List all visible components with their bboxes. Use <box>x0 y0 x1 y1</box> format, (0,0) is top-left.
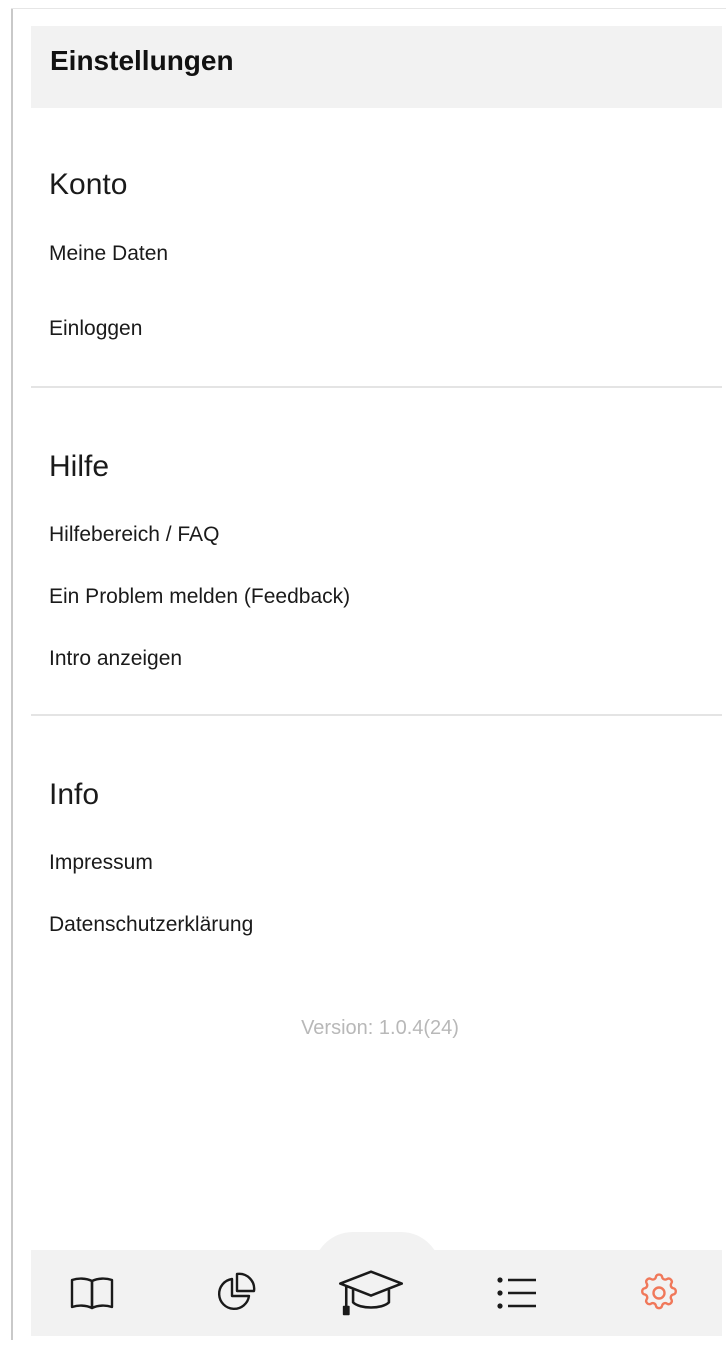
pie-chart-icon <box>217 1272 256 1311</box>
list-icon <box>497 1277 536 1309</box>
menu-item-intro-anzeigen[interactable]: Intro anzeigen <box>49 647 182 671</box>
section-divider <box>31 714 722 716</box>
book-icon <box>70 1277 114 1310</box>
menu-item-datenschutz[interactable]: Datenschutzerklärung <box>49 913 253 937</box>
menu-item-meine-daten[interactable]: Meine Daten <box>49 242 168 266</box>
section-title-hilfe: Hilfe <box>49 450 110 483</box>
tab-list[interactable] <box>483 1258 553 1328</box>
section-divider <box>31 386 722 388</box>
gear-icon <box>641 1273 677 1310</box>
tab-book[interactable] <box>57 1258 127 1328</box>
menu-item-impressum[interactable]: Impressum <box>49 851 153 875</box>
version-label: Version: 1.0.4(24) <box>301 1017 459 1039</box>
section-title-konto: Konto <box>49 168 128 201</box>
window-top-edge <box>11 8 726 9</box>
menu-item-einloggen[interactable]: Einloggen <box>49 317 142 341</box>
window-edge <box>11 8 13 1340</box>
tab-learn[interactable] <box>336 1258 406 1328</box>
menu-item-problem-melden[interactable]: Ein Problem melden (Feedback) <box>49 585 350 609</box>
section-title-info: Info <box>49 778 100 811</box>
tab-statistics[interactable] <box>200 1258 270 1328</box>
header-bar: Einstellungen <box>31 26 722 108</box>
settings-screen: Einstellungen Konto Meine Daten Einlogge… <box>0 0 726 1348</box>
graduation-cap-icon <box>338 1270 404 1316</box>
page-title: Einstellungen <box>50 45 234 76</box>
menu-item-hilfebereich[interactable]: Hilfebereich / FAQ <box>49 523 219 547</box>
tab-settings[interactable] <box>624 1258 694 1328</box>
